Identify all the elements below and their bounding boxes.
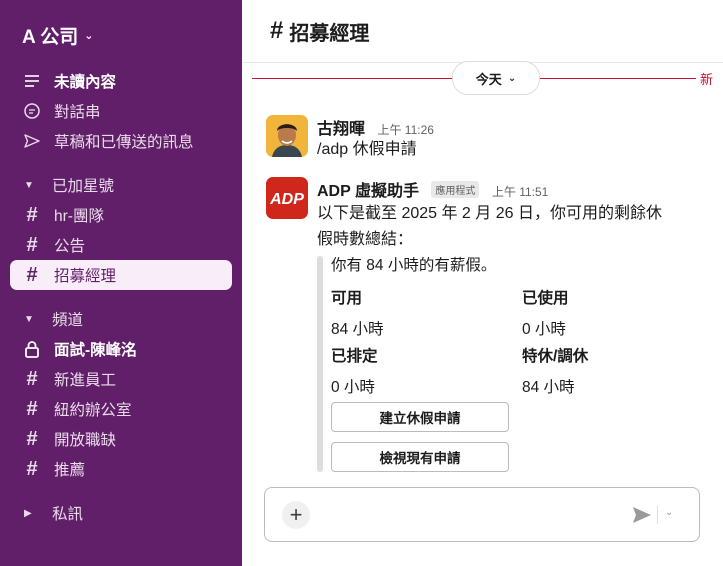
message-text: /adp 休假申請 — [317, 141, 417, 158]
hash-icon: # — [26, 233, 38, 256]
timestamp[interactable]: 上午 11:51 — [492, 185, 548, 199]
sidebar-item-drafts[interactable]: 草稿和已傳送的訊息 — [0, 126, 242, 156]
workspace-name: A 公司 — [22, 26, 79, 48]
section-channels[interactable]: ▼ 頻道 — [0, 304, 242, 334]
stat-used: 已使用 0 小時 — [522, 286, 569, 339]
message-header: 古翔暉 上午 11:26 — [317, 115, 434, 139]
channel-new-hires[interactable]: # 新進員工 — [0, 364, 242, 394]
stat-scheduled: 已排定 0 小時 — [331, 344, 378, 397]
create-leave-request-button[interactable]: 建立休假申請 — [331, 402, 509, 432]
stat-value: 0 小時 — [331, 379, 375, 396]
sidebar-item-unread[interactable]: 未讀內容 — [0, 66, 242, 96]
section-label: 私訊 — [52, 506, 84, 523]
channel-label: 紐約辦公室 — [54, 402, 132, 419]
plus-icon[interactable]: + — [282, 501, 310, 529]
channel-label: 新進員工 — [54, 372, 117, 389]
stat-label: 已使用 — [522, 290, 569, 307]
page-title[interactable]: 招募經理 — [289, 17, 369, 46]
svg-text:ADP: ADP — [269, 191, 304, 208]
caret-down-icon: ▼ — [24, 313, 34, 325]
chevron-down-icon[interactable]: ⌄ — [665, 507, 679, 521]
channel-label: 開放職缺 — [54, 432, 117, 449]
leave-summary-text: 你有 84 小時的有薪假。 — [331, 257, 497, 274]
unread-icon — [22, 71, 42, 91]
message-text: 假時數總結： — [317, 231, 414, 248]
send-icon[interactable] — [631, 504, 653, 526]
sidebar-item-label: 草稿和已傳送的訊息 — [54, 134, 194, 151]
stat-available: 可用 84 小時 — [331, 286, 384, 339]
hash-icon: # — [270, 17, 284, 44]
lock-icon — [22, 340, 42, 358]
attachment-bar — [317, 256, 323, 472]
workspace-switcher[interactable]: A 公司 ⌄ — [22, 22, 94, 48]
caret-down-icon: ▼ — [24, 179, 34, 191]
section-dms[interactable]: ▶ 私訊 — [0, 498, 242, 528]
message-composer[interactable]: + ⌄ — [264, 487, 700, 542]
channel-open-positions[interactable]: # 開放職缺 — [0, 424, 242, 454]
author-name[interactable]: 古翔暉 — [317, 121, 365, 138]
hash-icon: # — [26, 367, 38, 390]
channel-hiring-managers[interactable]: # 招募經理 — [10, 260, 232, 290]
threads-icon — [22, 101, 42, 121]
sidebar-nav: 未讀內容 對話串 草稿和已傳送的訊息 ▼ 已加星號 # hr-團隊 # 公告 #… — [0, 66, 242, 528]
section-label: 頻道 — [52, 312, 84, 329]
date-label: 今天 — [475, 71, 502, 87]
channel-label: 面試-陳峰洺 — [54, 342, 137, 359]
chevron-down-icon: ⌄ — [84, 29, 94, 42]
hash-icon: # — [26, 397, 38, 420]
adp-logo[interactable]: ADP — [266, 177, 308, 219]
message-text: 以下是截至 2025 年 2 月 26 日，你可用的剩餘休 — [317, 205, 662, 222]
author-name[interactable]: ADP 虛擬助手 — [317, 183, 419, 200]
hash-icon: # — [26, 457, 38, 480]
hash-icon: # — [26, 263, 38, 286]
stat-value: 0 小時 — [522, 321, 566, 338]
send-icon — [22, 131, 42, 151]
sidebar-item-threads[interactable]: 對話串 — [0, 96, 242, 126]
date-jump-button[interactable]: 今天 ⌄ — [452, 61, 540, 95]
caret-right-icon: ▶ — [24, 507, 32, 519]
channel-label: hr-團隊 — [54, 208, 104, 225]
chevron-down-icon: ⌄ — [507, 72, 517, 84]
channel-announcements[interactable]: # 公告 — [0, 230, 242, 260]
sidebar-item-label: 未讀內容 — [54, 74, 117, 91]
section-label: 已加星號 — [52, 178, 115, 195]
main-pane: # 招募經理 新 今天 ⌄ 古翔暉 上午 11:26 /adp 休假申請 ADP… — [242, 0, 723, 566]
app-badge: 應用程式 — [431, 181, 480, 198]
stat-value: 84 小時 — [522, 379, 575, 396]
stat-label: 特休/調休 — [522, 348, 589, 365]
channel-label: 公告 — [54, 238, 86, 255]
stat-pto: 特休/調休 84 小時 — [522, 344, 588, 397]
stat-label: 已排定 — [331, 348, 378, 365]
hash-icon: # — [26, 427, 38, 450]
sidebar-item-label: 對話串 — [54, 104, 101, 121]
leave-summary-attachment: 你有 84 小時的有薪假。 可用 84 小時 已使用 0 小時 已排定 0 小時… — [331, 256, 711, 472]
channel-referrals[interactable]: # 推薦 — [0, 454, 242, 484]
stat-value: 84 小時 — [331, 321, 384, 338]
section-starred[interactable]: ▼ 已加星號 — [0, 170, 242, 200]
channel-header: # 招募經理 — [242, 0, 723, 63]
avatar[interactable] — [266, 115, 308, 157]
channel-interview[interactable]: 面試-陳峰洺 — [0, 334, 242, 364]
message-header: ADP 虛擬助手 應用程式 上午 11:51 — [317, 177, 548, 201]
channel-label: 招募經理 — [54, 268, 117, 285]
hash-icon: # — [26, 203, 38, 226]
divider — [657, 506, 658, 524]
channel-hr-team[interactable]: # hr-團隊 — [0, 200, 242, 230]
channel-ny-office[interactable]: # 紐約辦公室 — [0, 394, 242, 424]
stat-label: 可用 — [331, 290, 363, 307]
new-messages-label: 新 — [695, 69, 713, 88]
sidebar: A 公司 ⌄ 未讀內容 對話串 草稿和已傳送的訊息 ▼ 已加星號 # hr-團隊… — [0, 0, 242, 566]
timestamp[interactable]: 上午 11:26 — [377, 123, 433, 137]
app-window: A 公司 ⌄ 未讀內容 對話串 草稿和已傳送的訊息 ▼ 已加星號 # hr-團隊… — [0, 0, 723, 566]
view-requests-button[interactable]: 檢視現有申請 — [331, 442, 509, 472]
channel-label: 推薦 — [54, 462, 86, 479]
